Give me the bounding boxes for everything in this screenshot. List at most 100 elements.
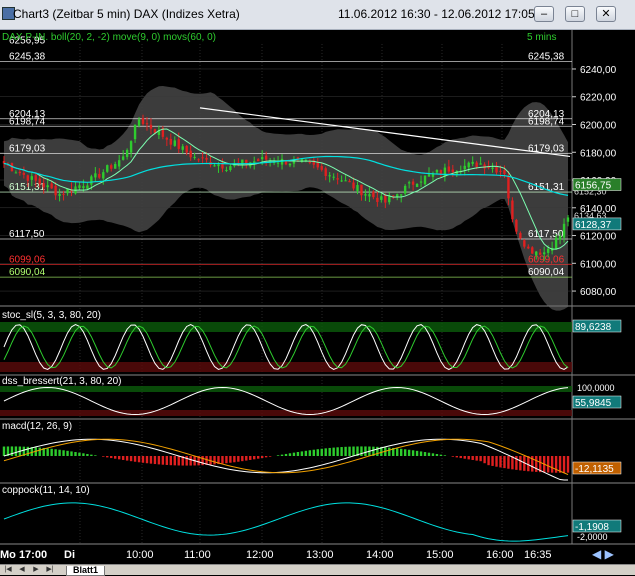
macd-histogram-bar: [495, 456, 497, 467]
candle-body: [475, 163, 477, 167]
maximize-button[interactable]: □: [565, 6, 585, 22]
candle-body: [428, 174, 430, 176]
candle-body: [130, 141, 132, 152]
level-label: 6099,06: [9, 255, 46, 266]
macd-histogram-bar: [39, 448, 41, 456]
macd-histogram-bar: [118, 456, 120, 459]
candle-body: [328, 175, 330, 176]
price-tick-label: 6080,00: [580, 287, 617, 298]
macd-histogram-bar: [261, 456, 263, 458]
level-label: 6117,50: [9, 229, 45, 240]
macd-histogram-bar: [408, 450, 410, 456]
candle-body: [515, 220, 517, 232]
candle-body: [436, 170, 438, 173]
candle-body: [98, 174, 100, 178]
macd-histogram-bar: [507, 456, 509, 469]
sheet-tab-bar: |◀ ◀ ▶ ▶| Blatt1: [0, 564, 635, 575]
macd-histogram-bar: [285, 454, 287, 456]
macd-histogram-bar: [154, 456, 156, 464]
candle-body: [170, 139, 172, 145]
macd-histogram-bar: [54, 449, 56, 456]
candle-body: [90, 176, 92, 184]
candle-body: [321, 166, 323, 170]
candle-body: [39, 179, 41, 185]
macd-histogram-bar: [328, 448, 330, 456]
chart-canvas[interactable]: 6256,956245,386204,136198,746179,036151,…: [0, 30, 635, 564]
macd-histogram-bar: [293, 453, 295, 456]
candle-body: [468, 163, 470, 168]
price-tick-label: 6200,00: [580, 121, 617, 132]
indicator-value: 55,9845: [575, 398, 612, 409]
macd-histogram-bar: [475, 456, 477, 461]
time-axis-label: 10:00: [126, 549, 154, 561]
indicator-name: macd(12, 26, 9): [2, 421, 72, 432]
candle-body: [356, 185, 358, 191]
right-level-label: 6099,06: [528, 255, 565, 266]
candle-body: [464, 166, 466, 169]
prev-sheet-icon[interactable]: ◀: [16, 566, 28, 574]
macd-histogram-bar: [352, 447, 354, 456]
indicator-value: 89,6238: [575, 322, 612, 333]
macd-histogram-bar: [376, 447, 378, 456]
candle-body: [138, 119, 140, 125]
candle-body: [201, 157, 203, 158]
macd-histogram-bar: [519, 456, 521, 470]
macd-histogram-bar: [114, 456, 116, 459]
next-sheet-icon[interactable]: ▶: [30, 566, 42, 574]
macd-histogram-bar: [436, 454, 438, 456]
macd-histogram-bar: [277, 455, 279, 456]
macd-histogram-bar: [444, 455, 446, 456]
macd-histogram-bar: [166, 456, 168, 465]
candle-body: [519, 233, 521, 238]
macd-histogram-bar: [249, 456, 251, 460]
macd-histogram-bar: [432, 453, 434, 456]
right-level-label: 6245,38: [528, 52, 565, 63]
candle-body: [285, 162, 287, 165]
macd-histogram-bar: [563, 456, 565, 473]
level-label: 6090,04: [9, 267, 46, 278]
last-sheet-icon[interactable]: ▶|: [44, 566, 56, 574]
chart-area[interactable]: 6256,956245,386204,136198,746179,036151,…: [0, 30, 635, 564]
macd-histogram-bar: [289, 453, 291, 456]
macd-histogram-bar: [82, 453, 84, 456]
candle-body: [380, 196, 382, 200]
candle-body: [213, 165, 215, 166]
candle-body: [424, 176, 426, 185]
close-button[interactable]: ✕: [596, 6, 616, 22]
time-axis-label: 12:00: [246, 549, 274, 561]
macd-histogram-bar: [162, 456, 164, 465]
macd-histogram-bar: [70, 451, 72, 456]
macd-histogram-bar: [412, 450, 414, 456]
macd-histogram-bar: [66, 451, 68, 456]
candle-body: [229, 166, 231, 170]
candle-body: [182, 146, 184, 150]
candle-body: [507, 176, 509, 198]
macd-histogram-bar: [348, 447, 350, 456]
macd-histogram-bar: [15, 446, 17, 456]
last-price-badge: 6156,75: [575, 181, 612, 192]
window-titlebar: Chart3 (Zeitbar 5 min) DAX (Indizes Xetr…: [0, 0, 635, 30]
candle-body: [54, 186, 56, 196]
macd-histogram-bar: [122, 456, 124, 460]
macd-histogram-bar: [535, 456, 537, 472]
candle-body: [126, 150, 128, 157]
candle-body: [265, 156, 267, 160]
macd-histogram-bar: [471, 456, 473, 460]
candle-body: [189, 151, 191, 158]
macd-histogram-bar: [46, 448, 48, 456]
macd-histogram-bar: [297, 452, 299, 456]
time-axis-label: 15:00: [426, 549, 454, 561]
candle-body: [110, 165, 112, 169]
macd-histogram-bar: [102, 456, 104, 457]
candle-body: [261, 157, 263, 159]
candle-body: [372, 192, 374, 197]
first-sheet-icon[interactable]: |◀: [2, 566, 14, 574]
candle-body: [43, 183, 45, 187]
macd-histogram-bar: [11, 446, 13, 456]
indicator-tick-label: 100,0000: [577, 383, 615, 393]
macd-histogram-bar: [416, 451, 418, 456]
minimize-button[interactable]: –: [534, 6, 554, 22]
candle-body: [106, 165, 108, 172]
right-level-label: 6117,50: [528, 229, 564, 240]
sheet-tab[interactable]: Blatt1: [66, 566, 105, 576]
